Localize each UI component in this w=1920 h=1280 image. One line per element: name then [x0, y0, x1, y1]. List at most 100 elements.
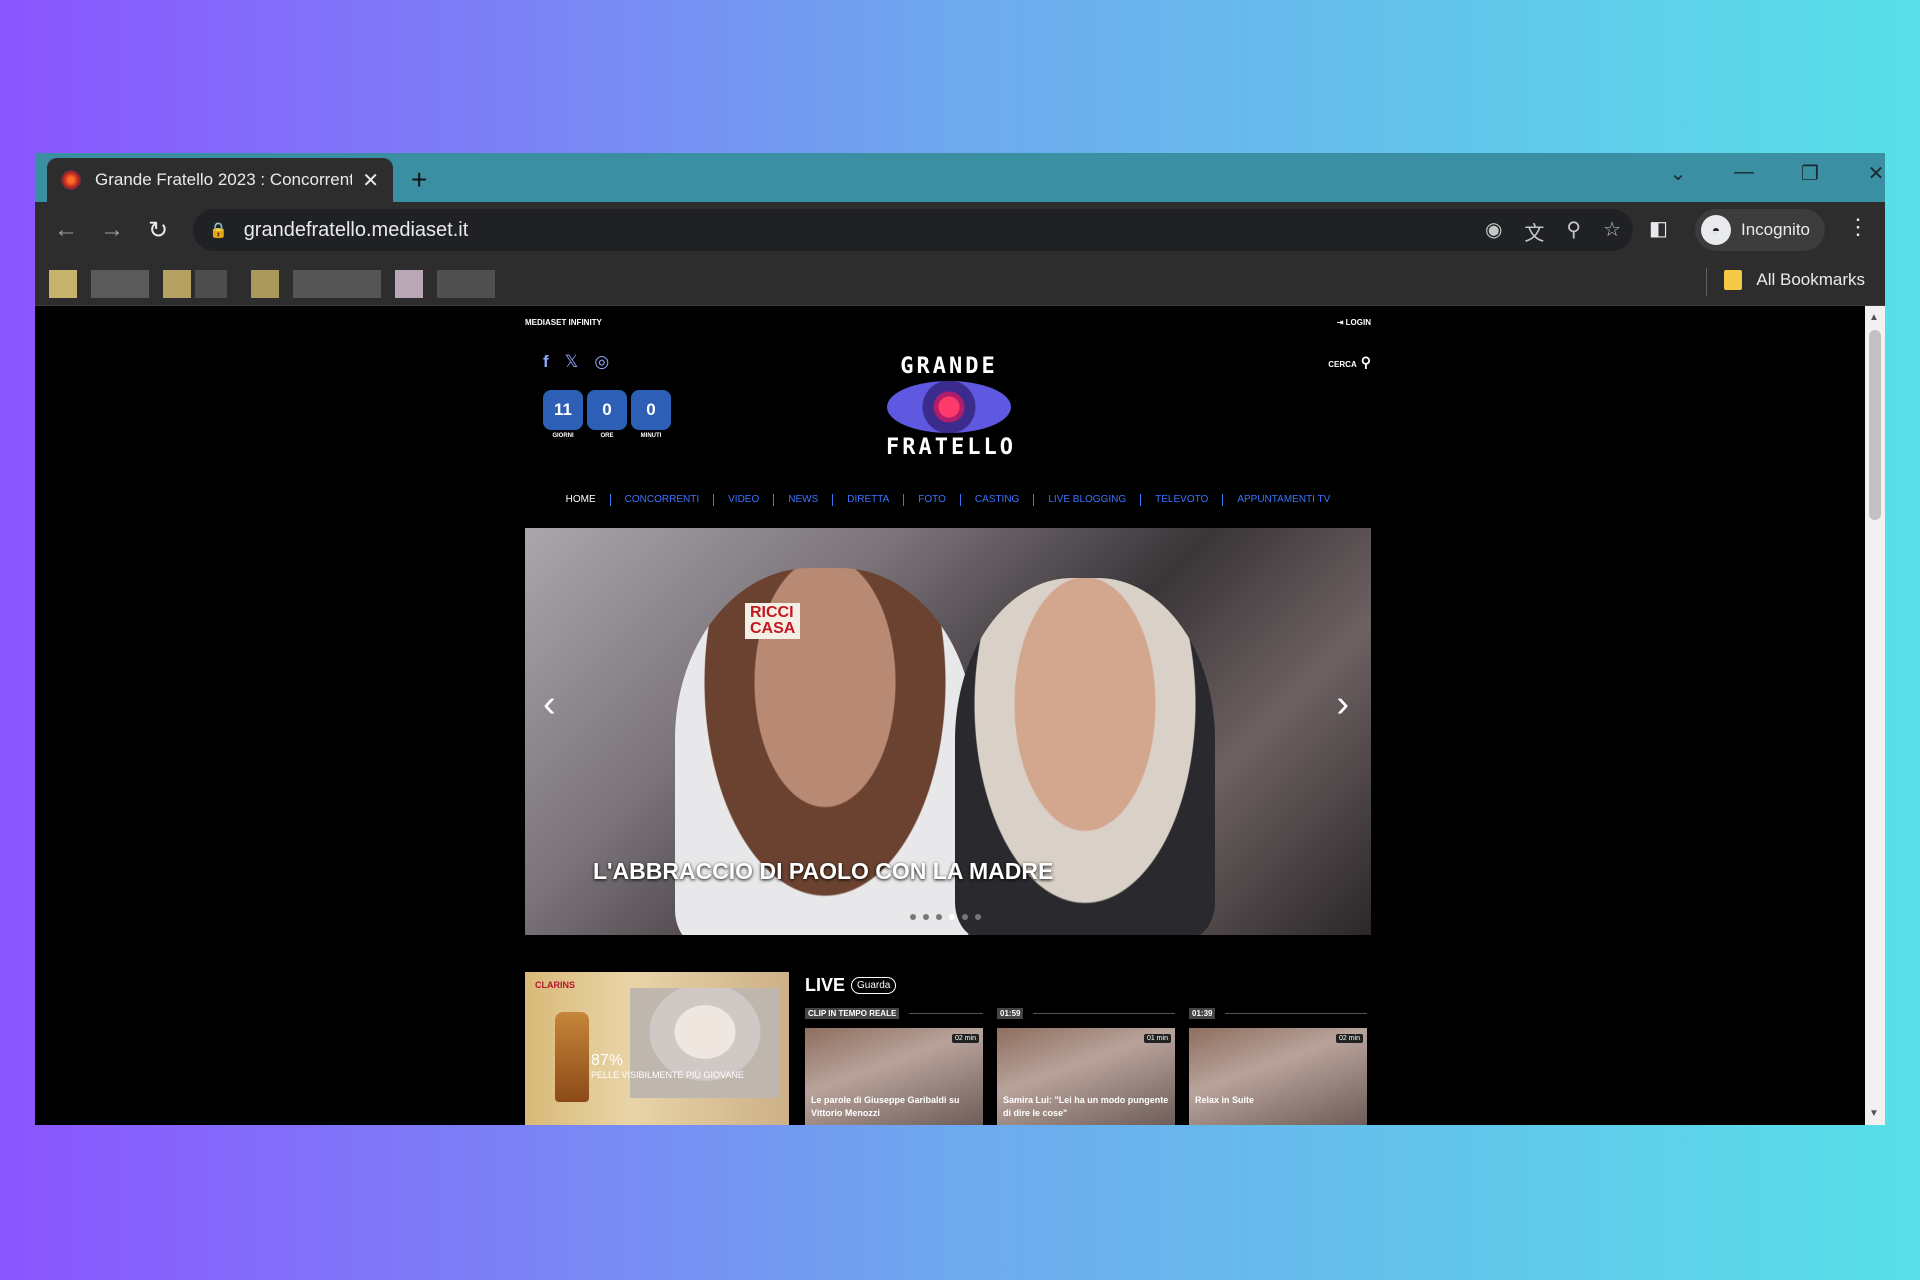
bookmark-star-icon[interactable]: ☆: [1603, 217, 1621, 246]
bookmark-item[interactable]: [163, 270, 191, 298]
bookmark-item[interactable]: [49, 270, 77, 298]
back-icon[interactable]: ←: [43, 216, 89, 244]
carousel-dot[interactable]: [923, 914, 929, 920]
clip-title[interactable]: Relax in Suite: [1195, 1094, 1361, 1107]
live-clips: CLIP IN TEMPO REALE 02 min Le parole di Gi…: [805, 1006, 1367, 1125]
all-bookmarks-button[interactable]: All Bookmarks: [1724, 270, 1865, 290]
minimize-icon[interactable]: —: [1711, 161, 1777, 186]
search-button[interactable]: CERCA ⚲: [1328, 354, 1371, 371]
bookmark-item[interactable]: [395, 270, 423, 298]
logo-word-bottom: FRATELLO: [886, 435, 1016, 460]
new-tab-icon[interactable]: +: [411, 164, 427, 196]
menu-kebab-icon[interactable]: ⋮: [1847, 214, 1869, 240]
carousel-prev-icon[interactable]: ‹: [543, 683, 556, 726]
ad-product-bottle: [555, 1012, 589, 1102]
scroll-down-icon[interactable]: ▼: [1869, 1108, 1879, 1119]
carousel-dot[interactable]: [936, 914, 942, 920]
tab-grande-fratello[interactable]: Grande Fratello 2023 : Concorrenti ✕: [47, 158, 393, 202]
nav-item-home[interactable]: HOME: [552, 494, 610, 506]
clip-thumbnail[interactable]: 01 min Samira Lui: "Lei ha un modo pungen…: [997, 1028, 1175, 1125]
sign-line: CASA: [750, 620, 796, 637]
nav-item-news[interactable]: NEWS: [773, 494, 832, 506]
ad-model-image: [630, 988, 780, 1098]
countdown-value: 0: [587, 390, 627, 430]
nav-item-concorrenti[interactable]: CONCORRENTI: [609, 494, 713, 506]
carousel-dot[interactable]: [949, 914, 955, 920]
search-icon: ⚲: [1360, 354, 1371, 370]
page-viewport: MEDIASET INFINITY ⇥ LOGIN f 𝕏 ◎ 11 GIORN…: [35, 306, 1865, 1125]
profile-label: Incognito: [1741, 220, 1810, 239]
guarda-button[interactable]: Guarda: [851, 976, 897, 994]
restore-icon[interactable]: ❐: [1777, 161, 1843, 186]
scrollbar-thumb[interactable]: [1869, 330, 1881, 520]
mediaset-infinity-link[interactable]: MEDIASET INFINITY: [525, 318, 602, 327]
live-clip-card[interactable]: CLIP IN TEMPO REALE 02 min Le parole di Gi…: [805, 1006, 983, 1125]
nav-item-diretta[interactable]: DIRETTA: [832, 494, 903, 506]
bookmark-item[interactable]: [91, 270, 149, 298]
tab-search-chevron-icon[interactable]: ⌄: [1645, 161, 1711, 186]
forward-icon[interactable]: →: [89, 216, 135, 244]
countdown-days: 11 GIORNI: [543, 390, 583, 439]
address-bar[interactable]: 🔒 grandefratello.mediaset.it ◉ ⽂ ⚲ ☆: [193, 209, 1633, 251]
main-nav: HOME CONCORRENTI VIDEO NEWS DIRETTA FOTO CASTI…: [525, 494, 1371, 506]
clip-thumbnail[interactable]: 02 min Relax in Suite: [1189, 1028, 1367, 1125]
countdown-label: MINUTI: [640, 433, 662, 439]
nav-item-video[interactable]: VIDEO: [713, 494, 773, 506]
hero-carousel[interactable]: RICCI CASA ‹ › L'ABBRACCIO DI PAOLO CON L…: [525, 528, 1371, 935]
nav-item-foto[interactable]: FOTO: [903, 494, 960, 506]
clip-tag: 01:39: [1189, 1007, 1216, 1019]
carousel-dot[interactable]: [975, 914, 981, 920]
nav-item-televoto[interactable]: TELEVOTO: [1140, 494, 1222, 506]
close-tab-icon[interactable]: ✕: [362, 168, 379, 193]
sign-line: RICCI: [750, 604, 794, 621]
nav-item-casting[interactable]: CASTING: [959, 494, 1033, 506]
advertisement[interactable]: CLARINS 87% PELLE VISIBILMENTE PIÙ GIOVA…: [525, 972, 789, 1125]
clip-tag: CLIP IN TEMPO REALE: [805, 1007, 900, 1019]
grande-fratello-logo[interactable]: GRANDE FRATELLO: [886, 354, 1016, 466]
nav-item-appuntamenti-tv[interactable]: APPUNTAMENTI TV: [1222, 494, 1344, 506]
clip-thumbnail[interactable]: 02 min Le parole di Giuseppe Garibaldi su…: [805, 1028, 983, 1125]
live-clip-card[interactable]: 01:59 01 min Samira Lui: "Lei ha un modo p…: [997, 1006, 1175, 1125]
bookmark-item[interactable]: [437, 270, 495, 298]
clip-divider: [1033, 1012, 1175, 1014]
instagram-icon[interactable]: ◎: [594, 352, 609, 372]
clip-title[interactable]: Le parole di Giuseppe Garibaldi su Vitto…: [811, 1094, 977, 1120]
bookmark-item[interactable]: [293, 270, 381, 298]
hero-caption[interactable]: L'ABBRACCIO DI PAOLO CON LA MADRE: [593, 858, 1053, 885]
translate-icon[interactable]: ⽂: [1524, 217, 1544, 246]
side-panel-icon[interactable]: ◧: [1649, 216, 1668, 241]
facebook-icon[interactable]: f: [543, 352, 549, 372]
ad-percent: 87%: [591, 1052, 624, 1069]
clip-duration: 02 min: [951, 1034, 979, 1043]
nav-item-live-blogging[interactable]: LIVE BLOGGING: [1033, 494, 1140, 506]
login-link[interactable]: ⇥ LOGIN: [1337, 318, 1371, 327]
close-window-icon[interactable]: ✕: [1843, 161, 1885, 186]
bookmark-item[interactable]: [195, 270, 227, 298]
countdown-minutes: 0 MINUTI: [631, 390, 671, 439]
x-twitter-icon[interactable]: 𝕏: [565, 352, 579, 372]
clip-title[interactable]: Samira Lui: "Lei ha un modo pungente di …: [1003, 1094, 1169, 1120]
bookmarks-separator: [1706, 268, 1707, 296]
lock-icon[interactable]: 🔒: [209, 221, 228, 239]
vertical-scrollbar[interactable]: ▲ ▼: [1865, 306, 1885, 1125]
carousel-dot[interactable]: [910, 914, 916, 920]
bookmark-item[interactable]: [251, 270, 279, 298]
window-controls: ⌄ — ❐ ✕: [1645, 161, 1885, 186]
live-clip-card[interactable]: 01:39 02 min Relax in Suite: [1189, 1006, 1367, 1125]
ad-claim: PELLE VISIBILMENTE PIÙ GIOVANE: [591, 1070, 744, 1080]
live-header: LIVE Guarda: [805, 972, 1371, 998]
folder-icon: [1724, 270, 1743, 290]
third-party-cookies-blocked-icon[interactable]: ◉: [1485, 217, 1502, 246]
carousel-dot[interactable]: [962, 914, 968, 920]
carousel-next-icon[interactable]: ›: [1336, 683, 1349, 726]
reload-icon[interactable]: ↻: [135, 216, 181, 245]
omnibox-actions: ◉ ⽂ ⚲ ☆: [1485, 217, 1621, 246]
incognito-profile-button[interactable]: ◓ Incognito: [1695, 209, 1825, 251]
zoom-icon[interactable]: ⚲: [1566, 217, 1581, 246]
countdown-value: 0: [631, 390, 671, 430]
clip-tag: 01:59: [997, 1007, 1024, 1019]
logo-word-top: GRANDE: [900, 354, 998, 379]
countdown-label: GIORNI: [552, 433, 574, 439]
login-icon: ⇥: [1336, 318, 1344, 327]
scroll-up-icon[interactable]: ▲: [1869, 312, 1879, 323]
